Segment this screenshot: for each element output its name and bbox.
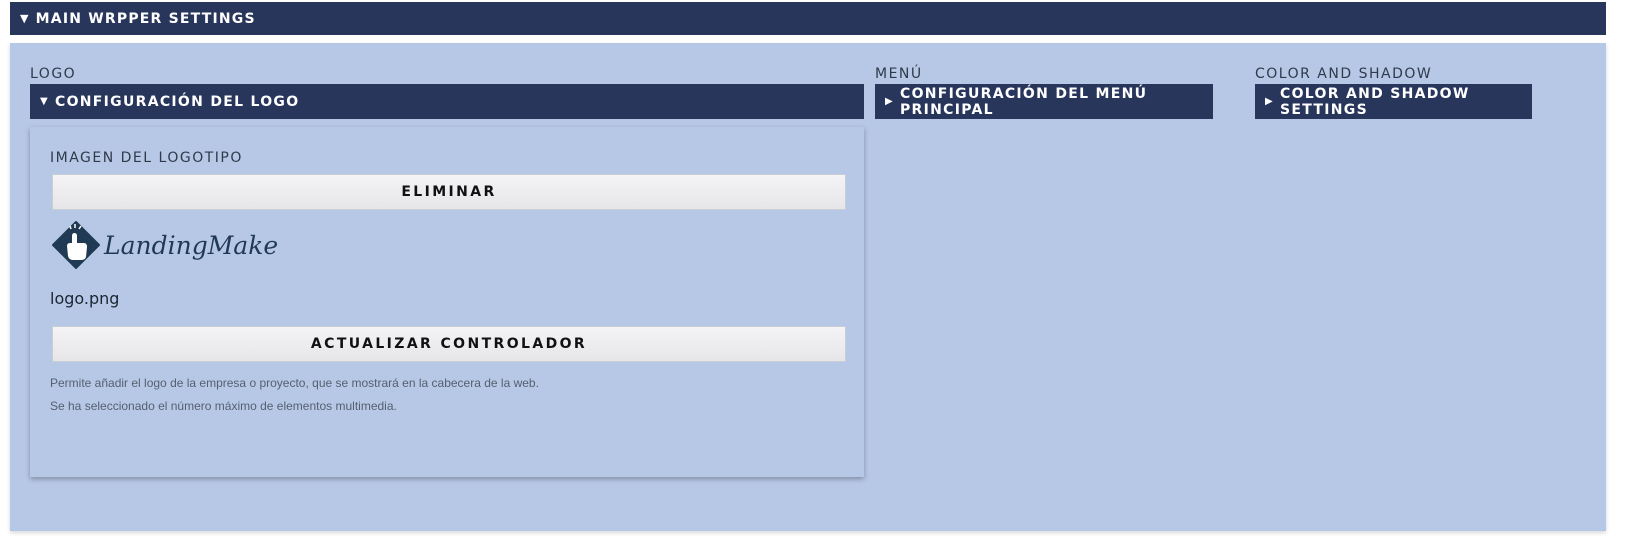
main-wrapper-title: MAIN WRPPER SETTINGS bbox=[35, 10, 256, 27]
main-wrapper-toggle[interactable]: ▼ MAIN WRPPER SETTINGS bbox=[10, 2, 1606, 35]
color-group-label: COLOR AND SHADOW bbox=[1255, 66, 1433, 82]
menu-section-title: CONFIGURACIÓN DEL MENÚ PRINCIPAL bbox=[900, 85, 1148, 118]
remove-logo-button[interactable]: ELIMINAR bbox=[52, 174, 846, 210]
color-section-title: COLOR AND SHADOW SETTINGS bbox=[1280, 85, 1470, 118]
triangle-right-icon: ▶ bbox=[1265, 96, 1274, 107]
logo-wordmark: LandingMaker bbox=[103, 231, 280, 260]
hand-pointer-logo-icon bbox=[52, 221, 100, 269]
menu-group-label: MENÚ bbox=[875, 66, 923, 82]
logo-image-label: IMAGEN DEL LOGOTIPO bbox=[50, 150, 243, 166]
update-controller-button[interactable]: ACTUALIZAR CONTROLADOR bbox=[52, 326, 846, 362]
max-media-notice: Se ha seleccionado el número máximo de e… bbox=[50, 399, 397, 413]
triangle-right-icon: ▶ bbox=[885, 96, 894, 107]
triangle-down-icon: ▼ bbox=[20, 12, 30, 25]
logo-group-label: LOGO bbox=[30, 66, 77, 82]
logo-preview-image[interactable]: LandingMaker bbox=[50, 219, 280, 271]
logo-filename: logo.png bbox=[50, 289, 120, 308]
color-section-toggle[interactable]: ▶ COLOR AND SHADOW SETTINGS bbox=[1255, 84, 1532, 119]
help-text: Permite añadir el logo de la empresa o p… bbox=[50, 376, 539, 390]
logo-section-toggle[interactable]: ▼ CONFIGURACIÓN DEL LOGO bbox=[30, 84, 864, 119]
menu-section-toggle[interactable]: ▶ CONFIGURACIÓN DEL MENÚ PRINCIPAL bbox=[875, 84, 1213, 119]
triangle-down-icon: ▼ bbox=[40, 96, 49, 107]
logo-settings-card: IMAGEN DEL LOGOTIPO ELIMINAR LandingMake… bbox=[30, 127, 864, 477]
logo-section-title: CONFIGURACIÓN DEL LOGO bbox=[55, 93, 300, 110]
